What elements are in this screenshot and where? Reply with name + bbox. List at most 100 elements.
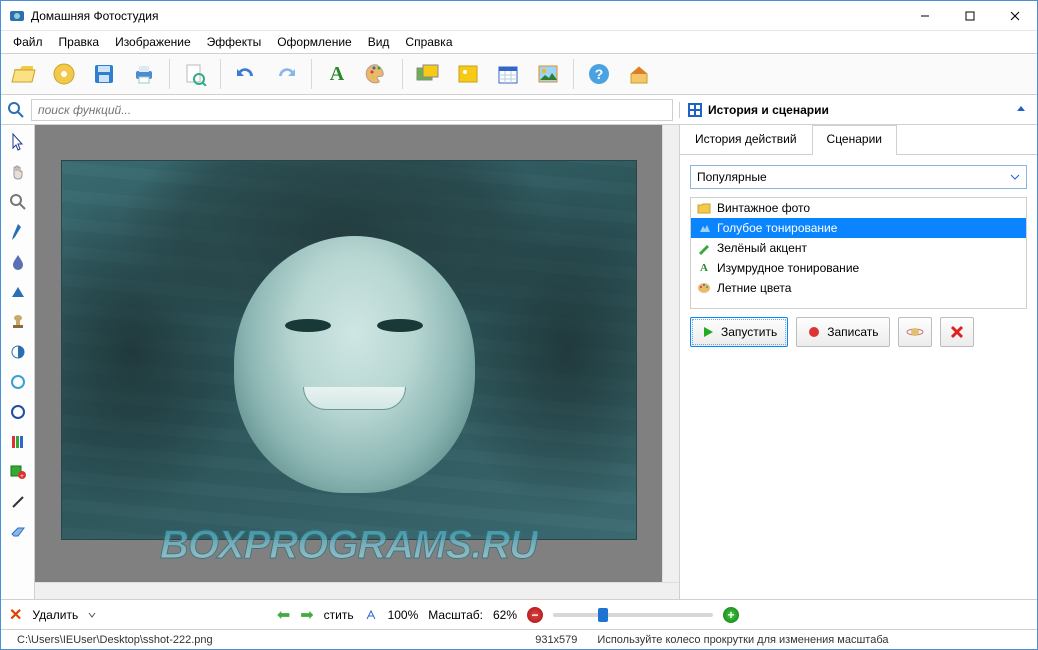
- A-icon: A: [697, 261, 711, 275]
- bars-tool[interactable]: [7, 431, 29, 453]
- menu-file[interactable]: Файл: [5, 33, 51, 51]
- stamp-tool[interactable]: [7, 311, 29, 333]
- delete-scenario-button[interactable]: [940, 317, 974, 347]
- slider-thumb[interactable]: [598, 608, 608, 622]
- status-bar: C:\Users\IEUser\Desktop\sshot-222.png 93…: [1, 629, 1037, 649]
- pencil-icon: [697, 241, 711, 255]
- image-icon[interactable]: [451, 57, 485, 91]
- hand-tool[interactable]: [7, 161, 29, 183]
- scenario-list[interactable]: Винтажное фото Голубое тонирование Зелён…: [690, 197, 1027, 309]
- record-icon: [807, 325, 821, 339]
- home-icon[interactable]: [622, 57, 656, 91]
- delete-icon[interactable]: ✕: [9, 605, 22, 625]
- separator: [169, 59, 170, 89]
- status-hint: Используйте колесо прокрутки для изменен…: [587, 634, 1031, 646]
- panel-icon: [688, 103, 702, 117]
- zoom-out-button[interactable]: −: [527, 607, 543, 623]
- palette-icon: [697, 281, 711, 295]
- cd-icon[interactable]: [47, 57, 81, 91]
- open-icon[interactable]: [7, 57, 41, 91]
- cursor-tool[interactable]: [7, 131, 29, 153]
- fit-label[interactable]: стить: [324, 608, 354, 622]
- settings-button[interactable]: [898, 317, 932, 347]
- close-button[interactable]: [992, 1, 1037, 30]
- canvas[interactable]: BOXPROGRAMS.RU: [35, 125, 662, 582]
- zoom-100[interactable]: 100%: [388, 608, 419, 622]
- separator: [573, 59, 574, 89]
- scenery-icon[interactable]: [531, 57, 565, 91]
- run-label: Запустить: [721, 325, 777, 339]
- folder-icon: [697, 201, 711, 215]
- prev-button[interactable]: ⬅: [277, 605, 290, 625]
- menu-edit[interactable]: Правка: [51, 33, 108, 51]
- app-icon: [9, 8, 25, 24]
- window-title: Домашняя Фотостудия: [31, 9, 902, 23]
- zoom-a-icon: [364, 608, 378, 622]
- next-button[interactable]: ➡: [300, 605, 313, 625]
- zoom-value: 62%: [493, 608, 517, 622]
- menu-image[interactable]: Изображение: [107, 33, 199, 51]
- chevron-down-icon[interactable]: [88, 609, 96, 621]
- calendar-icon[interactable]: [491, 57, 525, 91]
- record-button[interactable]: Записать: [796, 317, 889, 347]
- help-icon[interactable]: ?: [582, 57, 616, 91]
- side-panel: История действий Сценарии Популярные Вин…: [679, 125, 1037, 599]
- zoom-slider[interactable]: [553, 613, 713, 617]
- saturn-icon: [906, 324, 924, 340]
- zoom-tool[interactable]: [7, 191, 29, 213]
- dropper-tool[interactable]: [7, 221, 29, 243]
- separator: [220, 59, 221, 89]
- triangles-icon: [697, 221, 711, 235]
- menu-decor[interactable]: Оформление: [269, 33, 359, 51]
- separator: [311, 59, 312, 89]
- search-input[interactable]: [31, 99, 673, 121]
- menu-effects[interactable]: Эффекты: [199, 33, 270, 51]
- scenario-category-dropdown[interactable]: Популярные: [690, 165, 1027, 189]
- triangle-tool[interactable]: [7, 281, 29, 303]
- svg-text:?: ?: [595, 66, 604, 82]
- svg-text:+: +: [20, 474, 24, 479]
- scrollbar-horizontal[interactable]: [35, 582, 679, 599]
- titlebar: Домашняя Фотостудия: [1, 1, 1037, 31]
- list-item-label: Винтажное фото: [717, 201, 810, 215]
- preview-icon[interactable]: [178, 57, 212, 91]
- list-item-label: Летние цвета: [717, 281, 791, 295]
- redo-icon[interactable]: [269, 57, 303, 91]
- list-item[interactable]: Винтажное фото: [691, 198, 1026, 218]
- run-button[interactable]: Запустить: [690, 317, 788, 347]
- delete-label[interactable]: Удалить: [32, 608, 78, 622]
- circle-tool[interactable]: [7, 371, 29, 393]
- print-icon[interactable]: [127, 57, 161, 91]
- list-item[interactable]: Голубое тонирование: [691, 218, 1026, 238]
- separator: [402, 59, 403, 89]
- text-icon[interactable]: A: [320, 57, 354, 91]
- drop-tool[interactable]: [7, 251, 29, 273]
- tab-scenarios[interactable]: Сценарии: [812, 125, 897, 155]
- list-item[interactable]: A Изумрудное тонирование: [691, 258, 1026, 278]
- list-item[interactable]: Летние цвета: [691, 278, 1026, 298]
- scrollbar-vertical[interactable]: [662, 125, 679, 582]
- menu-help[interactable]: Справка: [397, 33, 460, 51]
- undo-icon[interactable]: [229, 57, 263, 91]
- collapse-button[interactable]: [1013, 102, 1029, 118]
- circle2-tool[interactable]: [7, 401, 29, 423]
- tab-history[interactable]: История действий: [680, 125, 812, 155]
- dropdown-value: Популярные: [697, 170, 767, 184]
- menu-view[interactable]: Вид: [360, 33, 398, 51]
- save-icon[interactable]: [87, 57, 121, 91]
- toolbar: A ?: [1, 53, 1037, 95]
- images-icon[interactable]: [411, 57, 445, 91]
- contrast-tool[interactable]: [7, 341, 29, 363]
- palette-icon[interactable]: [360, 57, 394, 91]
- search-icon: [7, 101, 25, 119]
- line-tool[interactable]: [7, 491, 29, 513]
- maximize-button[interactable]: [947, 1, 992, 30]
- zoom-label: Масштаб:: [428, 608, 483, 622]
- zoom-in-button[interactable]: +: [723, 607, 739, 623]
- play-icon: [701, 325, 715, 339]
- chevron-down-icon: [1010, 172, 1020, 182]
- rect-plus-tool[interactable]: +: [7, 461, 29, 483]
- eraser-tool[interactable]: [7, 521, 29, 543]
- list-item[interactable]: Зелёный акцент: [691, 238, 1026, 258]
- minimize-button[interactable]: [902, 1, 947, 30]
